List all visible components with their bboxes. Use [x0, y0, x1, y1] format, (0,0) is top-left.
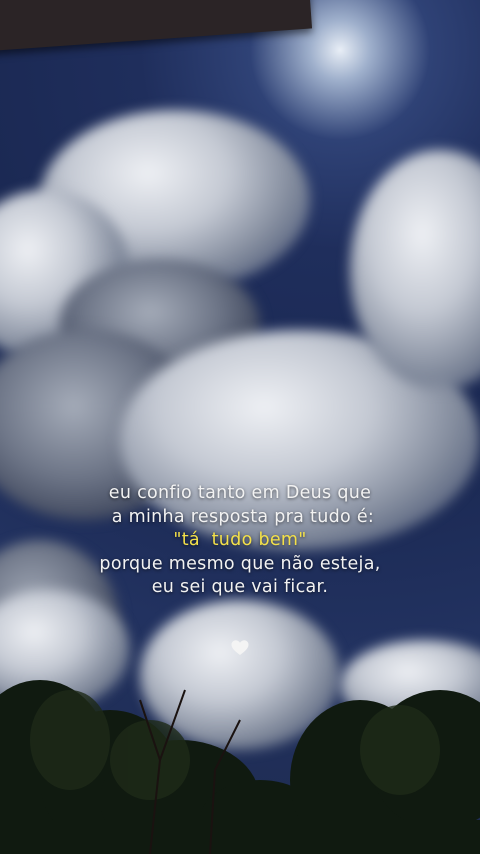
quote-line-5: eu sei que vai ficar.: [151, 577, 329, 597]
quote-line-2: a minha resposta pra tudo é:: [105, 506, 375, 527]
trees: [0, 680, 480, 854]
quote-line-highlight: "tá tudo bem": [173, 530, 307, 550]
photo-background: [0, 0, 480, 854]
quote-line-1: eu confio tanto em Deus que: [108, 483, 372, 503]
quote-line-4: porque mesmo que não esteja,: [99, 553, 381, 574]
quote-text: eu confio tanto em Deus que a minha resp…: [0, 482, 480, 600]
heart-icon: [231, 640, 249, 655]
